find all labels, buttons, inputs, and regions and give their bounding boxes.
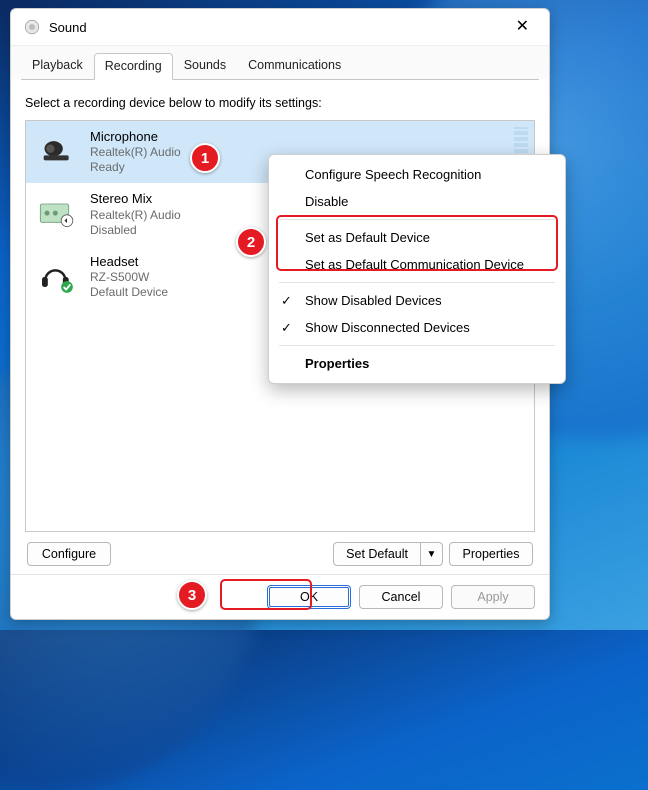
device-status: Default Device — [90, 285, 168, 300]
instruction-text: Select a recording device below to modif… — [25, 96, 535, 110]
device-driver: Realtek(R) Audio — [90, 145, 181, 160]
headset-icon — [36, 260, 78, 294]
device-context-menu: Configure Speech Recognition Disable Set… — [268, 154, 566, 384]
separator — [279, 345, 555, 346]
device-status: Disabled — [90, 223, 181, 238]
separator — [279, 219, 555, 220]
ctx-set-default-comm-device[interactable]: Set as Default Communication Device — [269, 251, 565, 278]
cancel-button[interactable]: Cancel — [359, 585, 443, 609]
ok-button[interactable]: OK — [267, 585, 351, 609]
window-title: Sound — [49, 20, 87, 35]
close-button[interactable]: ✕ — [508, 15, 537, 39]
webcam-icon — [36, 135, 78, 169]
device-driver: RZ-S500W — [90, 270, 168, 285]
tab-strip: Playback Recording Sounds Communications — [11, 45, 549, 79]
tab-playback[interactable]: Playback — [21, 52, 94, 79]
separator — [279, 282, 555, 283]
speaker-icon — [23, 18, 41, 36]
soundcard-icon — [36, 197, 78, 231]
properties-button[interactable]: Properties — [449, 542, 533, 566]
tab-recording[interactable]: Recording — [94, 53, 173, 80]
dialog-footer: OK Cancel Apply — [11, 574, 549, 619]
ctx-configure-speech[interactable]: Configure Speech Recognition — [269, 161, 565, 188]
ctx-properties[interactable]: Properties — [269, 350, 565, 377]
tab-communications[interactable]: Communications — [237, 52, 352, 79]
annotation-badge-2: 2 — [236, 227, 266, 257]
ctx-disable[interactable]: Disable — [269, 188, 565, 215]
device-driver: Realtek(R) Audio — [90, 208, 181, 223]
ctx-show-disconnected[interactable]: Show Disconnected Devices — [269, 314, 565, 341]
tab-sounds[interactable]: Sounds — [173, 52, 237, 79]
apply-button[interactable]: Apply — [451, 585, 535, 609]
device-status: Ready — [90, 160, 181, 175]
ctx-set-default-device[interactable]: Set as Default Device — [269, 224, 565, 251]
set-default-split-button[interactable]: Set Default ▼ — [333, 542, 443, 566]
titlebar: Sound ✕ — [11, 9, 549, 45]
set-default-label: Set Default — [334, 543, 420, 565]
device-name: Headset — [90, 254, 168, 270]
ctx-show-disabled[interactable]: Show Disabled Devices — [269, 287, 565, 314]
annotation-badge-1: 1 — [190, 143, 220, 173]
configure-button[interactable]: Configure — [27, 542, 111, 566]
device-name: Stereo Mix — [90, 191, 181, 207]
annotation-badge-3: 3 — [177, 580, 207, 610]
chevron-down-icon[interactable]: ▼ — [420, 543, 442, 565]
device-name: Microphone — [90, 129, 181, 145]
